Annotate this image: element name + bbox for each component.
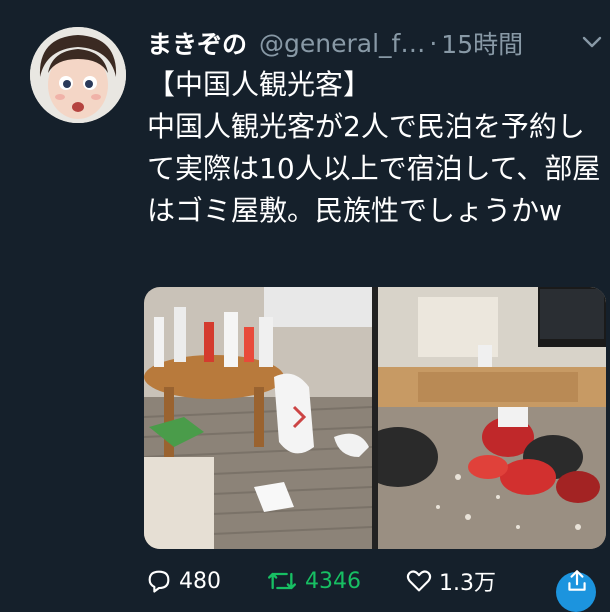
separator: · — [429, 28, 438, 58]
tweet-text: 【中国人観光客】 中国人観光客が2人で民泊を予約して実際は10人以上で宿泊して、… — [147, 68, 601, 227]
reply-icon — [148, 570, 170, 593]
like-count: 1.3万 — [439, 571, 496, 596]
messy-room-photo-icon — [144, 287, 373, 549]
share-icon[interactable] — [564, 566, 590, 596]
like-button[interactable]: 1.3万 — [405, 565, 496, 597]
retweet-icon — [268, 572, 297, 590]
display-name[interactable]: まきぞの — [147, 25, 247, 61]
photo-right[interactable] — [358, 287, 606, 549]
messy-room-photo-icon — [358, 287, 606, 549]
tweet-media[interactable] — [144, 287, 606, 549]
avatar[interactable] — [30, 27, 126, 123]
photo-left[interactable] — [144, 287, 373, 549]
tweet-header: まきぞの @general_f… · 15時間 — [147, 22, 610, 64]
retweet-count: 4346 — [305, 568, 361, 594]
reply-count: 480 — [179, 568, 221, 594]
retweet-button[interactable]: 4346 — [265, 567, 361, 595]
reply-button[interactable]: 480 — [145, 567, 221, 595]
user-handle[interactable]: @general_f… — [259, 29, 425, 58]
tweet-actions: 480 4346 1.3万 — [145, 564, 610, 598]
timestamp[interactable]: 15時間 — [441, 25, 523, 61]
heart-icon — [406, 570, 432, 592]
chevron-down-icon[interactable] — [580, 30, 604, 54]
avatar-face-icon — [30, 27, 126, 123]
